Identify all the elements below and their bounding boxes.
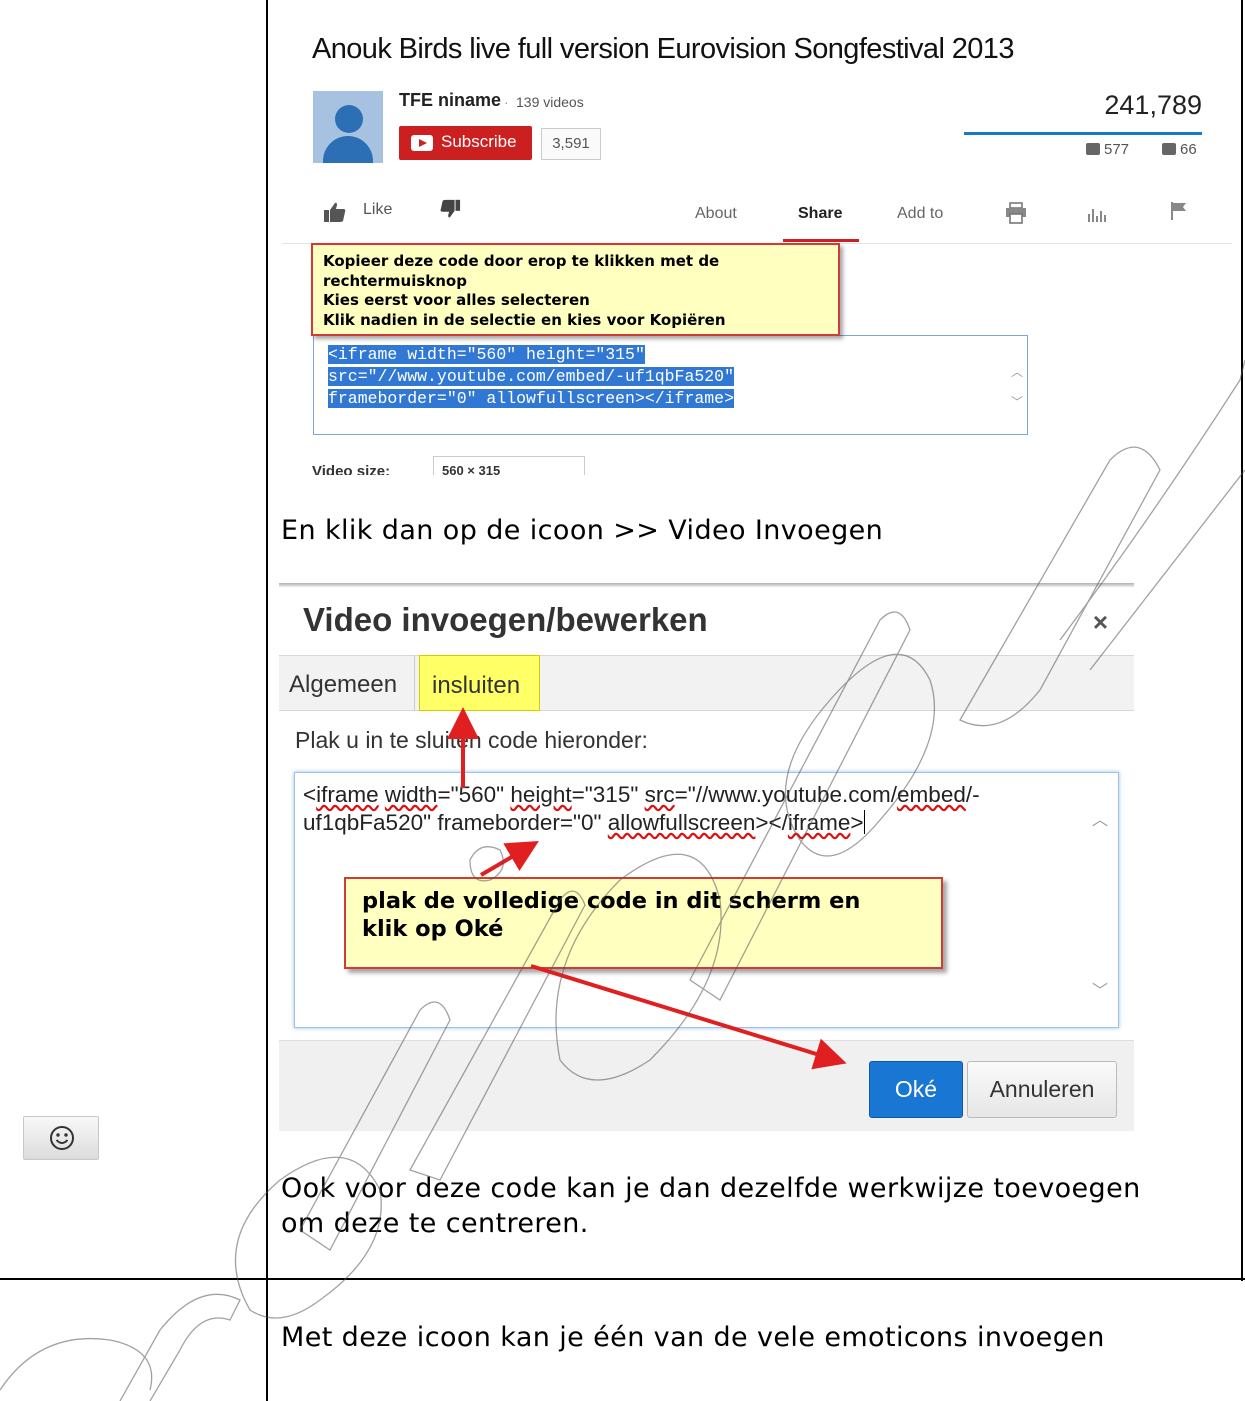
code-text: embed <box>897 782 966 807</box>
tab-about[interactable]: About <box>695 205 737 223</box>
tab-add-to[interactable]: Add to <box>897 205 943 223</box>
user-avatar-icon[interactable] <box>313 91 383 163</box>
code-text: src <box>644 782 675 807</box>
code-text: height <box>510 782 572 807</box>
print-icon[interactable] <box>1005 202 1027 224</box>
thumbs-down-icon <box>1162 143 1176 155</box>
thumbs-down-icon[interactable] <box>439 198 461 220</box>
play-icon <box>411 135 433 151</box>
code-text: ="//www.youtube.com/ <box>674 782 898 807</box>
chevron-up-icon[interactable]: ︿ <box>1092 807 1108 835</box>
emoticon-button[interactable] <box>23 1116 99 1160</box>
text-caret <box>863 810 865 834</box>
youtube-share-screenshot: Anouk Birds live full version Eurovision… <box>282 5 1232 475</box>
stats-icon[interactable] <box>1087 206 1107 222</box>
code-text: > <box>850 810 864 835</box>
embed-code-textbox[interactable]: <iframe width="560" height="315" src="//… <box>313 335 1028 435</box>
instruction-callout: Kopieer deze code door erop te klikken m… <box>311 243 840 336</box>
like-ratio-bar <box>964 132 1202 135</box>
table-right-border <box>1241 0 1243 1281</box>
channel-name[interactable]: TFE niname <box>399 90 501 111</box>
table-left-column-border <box>266 0 268 1401</box>
tab-share[interactable]: Share <box>798 205 842 223</box>
embed-prompt-label: Plak u in te sluiten code hieronder: <box>295 727 648 753</box>
smiley-icon <box>50 1126 74 1150</box>
embed-code-line: src="//www.youtube.com/embed/-uf1qbFa520… <box>328 367 734 386</box>
channel-separator: · <box>504 94 509 110</box>
code-text: iframe <box>787 810 851 835</box>
video-size-label: Video size: <box>312 463 391 475</box>
embed-code-line: frameborder="0" allowfullscreen></iframe… <box>328 389 734 408</box>
code-text: iframe <box>316 782 379 807</box>
close-icon[interactable]: × <box>1093 607 1108 638</box>
code-text: allowfullscreen <box>607 810 756 835</box>
dislike-count-value: 66 <box>1180 141 1197 158</box>
code-text: uf1qbFa520" frameborder="0" <box>303 810 608 835</box>
emoticon-description: Met deze icoon kan je één van de vele em… <box>281 1322 1105 1353</box>
ok-button[interactable]: Oké <box>869 1061 963 1118</box>
thumbs-up-icon <box>1086 143 1100 155</box>
code-text: width <box>384 782 438 807</box>
code-text: < <box>303 782 317 807</box>
callout-line: rechtermuisknop <box>323 271 467 290</box>
dialog-title: Video invoegen/bewerken <box>303 601 708 638</box>
like-button-label[interactable]: Like <box>363 201 392 219</box>
dislike-count: 66 <box>1162 141 1197 158</box>
subscribe-label: Subscribe <box>441 132 517 151</box>
cancel-button[interactable]: Annuleren <box>967 1061 1117 1118</box>
video-size-select[interactable]: 560 × 315 <box>433 456 585 475</box>
code-text: ="560" <box>437 782 511 807</box>
subscriber-count: 3,591 <box>541 128 601 160</box>
tab-embed[interactable]: insluiten <box>419 655 540 711</box>
tab-general[interactable]: Algemeen <box>279 655 415 711</box>
embed-code-line: <iframe width="560" height="315" <box>328 345 645 364</box>
table-row-divider <box>0 1278 1245 1280</box>
insert-video-dialog: Video invoegen/bewerken × Algemeen inslu… <box>279 583 1134 1131</box>
like-count-value: 577 <box>1104 141 1130 158</box>
thumbs-up-icon[interactable] <box>323 201 347 223</box>
instruction-text: En klik dan op de icoon >> Video Invoege… <box>281 515 884 546</box>
callout-line: plak de volledige code in dit scherm en <box>362 888 861 914</box>
chevron-up-icon[interactable]: ︿ <box>1011 362 1023 384</box>
code-text: ></ <box>755 810 788 835</box>
paste-instruction-callout: plak de volledige code in dit scherm en … <box>344 877 943 969</box>
instruction-text: Ook voor deze code kan je dan dezelfde w… <box>281 1173 1141 1204</box>
chevron-down-icon[interactable]: ﹀ <box>1011 392 1023 414</box>
flag-icon[interactable] <box>1169 201 1189 221</box>
view-count: 241,789 <box>1104 90 1202 120</box>
dialog-top-edge <box>279 583 1134 587</box>
callout-line: Kies eerst voor alles selecteren <box>323 291 590 309</box>
instruction-text: om deze te centreren. <box>281 1208 589 1239</box>
chevron-down-icon[interactable]: ﹀ <box>1092 978 1108 1006</box>
active-tab-indicator <box>783 239 859 242</box>
code-text: ="315" <box>571 782 645 807</box>
callout-line: Klik nadien in de selectie en kies voor … <box>323 310 726 329</box>
video-count[interactable]: 139 videos <box>516 94 584 110</box>
callout-line: Kopieer deze code door erop te klikken m… <box>323 252 720 270</box>
video-title: Anouk Birds live full version Eurovision… <box>312 33 1014 65</box>
like-count: 577 <box>1086 141 1129 158</box>
callout-line: klik op Oké <box>362 916 504 942</box>
subscribe-button[interactable]: Subscribe <box>399 126 532 160</box>
code-text: /- <box>965 782 980 807</box>
